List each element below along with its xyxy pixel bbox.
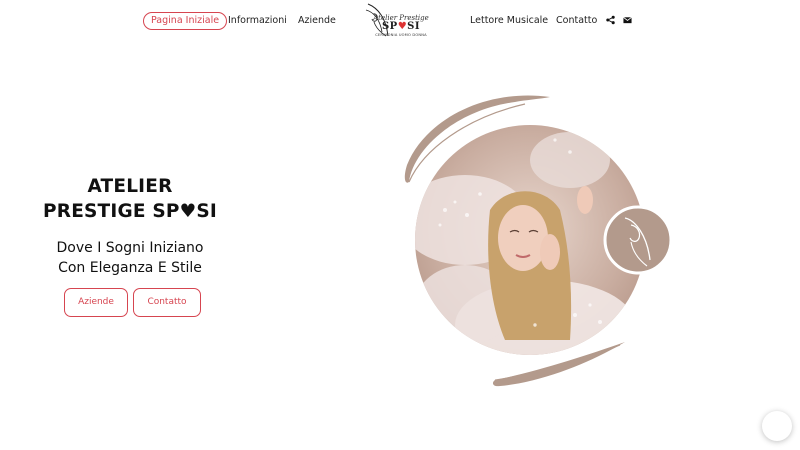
logo-title-start: SP	[381, 21, 398, 32]
logo-title-end: SI	[407, 21, 421, 32]
main-navbar: Pagina Iniziale Informazioni Aziende Ate…	[0, 0, 800, 42]
floating-action-button[interactable]	[762, 411, 792, 441]
envelope-icon[interactable]	[623, 15, 632, 25]
heart-icon: ♥	[179, 201, 197, 222]
contact-button[interactable]: Contatto	[133, 288, 201, 317]
hero-subtitle-line2: Con Eleganza E Stile	[58, 260, 202, 276]
brand-logo[interactable]: Atelier Prestige SP♥SI CERIMONIA UOMO DO…	[364, 2, 438, 40]
hero-title: ATELIER PRESTIGE SP♥SI	[30, 174, 230, 224]
nav-item-home[interactable]: Pagina Iniziale	[143, 12, 228, 30]
logo-title: SP♥SI	[364, 21, 438, 32]
hero-title-line2-end: SI	[196, 201, 218, 222]
hero-bride-illustration	[404, 95, 673, 387]
hero-subtitle: Dove I Sogni Iniziano Con Eleganza E Sti…	[30, 238, 230, 278]
hero-subtitle-line1: Dove I Sogni Iniziano	[56, 240, 204, 256]
hero-title-line1: ATELIER	[87, 176, 173, 197]
nav-item-info[interactable]: Informazioni	[228, 12, 287, 30]
nav-item-contact[interactable]: Contatto	[556, 12, 597, 30]
heart-icon: ♥	[397, 21, 408, 32]
nav-item-music-player[interactable]: Lettore Musicale	[470, 12, 548, 30]
logo-tagline: CERIMONIA UOMO DONNA	[375, 33, 427, 37]
companies-button[interactable]: Aziende	[64, 288, 128, 317]
share-icon[interactable]	[606, 15, 615, 25]
nav-item-companies[interactable]: Aziende	[298, 12, 336, 30]
hero-title-line2-start: PRESTIGE SP	[42, 201, 180, 222]
